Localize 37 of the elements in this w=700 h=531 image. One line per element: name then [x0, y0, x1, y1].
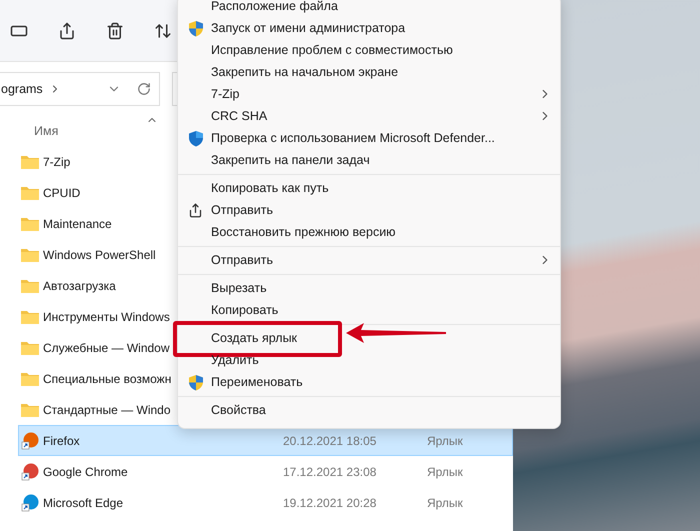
date-modified: 20.12.2021 18:05	[283, 432, 378, 450]
address-path: ograms	[1, 80, 43, 98]
date-modified: 17.12.2021 23:08	[283, 464, 378, 480]
menu-item-label: Создать ярлык	[211, 330, 298, 347]
file-name: Инструменты Windows	[43, 308, 170, 326]
menu-item-label: Копировать	[211, 302, 278, 319]
menu-item-label: 7-Zip	[211, 86, 240, 103]
file-type: Ярлык	[427, 464, 464, 480]
file-type: Ярлык	[427, 432, 464, 450]
menu-item-label: Расположение файла	[211, 0, 338, 15]
menu-item-label: Вырезать	[211, 280, 267, 297]
file-type: Ярлык	[427, 494, 464, 512]
menu-item-label: CRC SHA	[211, 108, 268, 125]
file-name: Maintenance	[43, 216, 112, 232]
menu-item-label: Проверка с использованием Microsoft Defender...	[211, 130, 495, 147]
menu-item-label: Отправить	[211, 252, 273, 269]
menu-item-label: Переименовать	[211, 374, 303, 391]
menu-item-label: Отправить	[211, 202, 273, 219]
menu-item-label: Закрепить на начальном экране	[211, 64, 398, 81]
file-name: 7-Zip	[43, 154, 70, 170]
menu-item-label: Восстановить прежнюю версию	[211, 224, 396, 241]
file-name: Firefox	[43, 432, 80, 450]
menu-item-label: Копировать как путь	[211, 180, 329, 197]
file-name: Стандартные — Windo	[43, 402, 171, 418]
file-name: Windows PowerShell	[43, 246, 156, 264]
menu-item-label: Запуск от имени администратора	[211, 20, 406, 37]
file-name: Microsoft Edge	[43, 494, 124, 512]
file-name: Автозагрузка	[43, 278, 116, 294]
file-name: Google Chrome	[43, 464, 128, 480]
file-name: CPUID	[43, 184, 80, 202]
file-name: Служебные — Window	[43, 340, 170, 356]
menu-item-label: Свойства	[211, 402, 266, 419]
menu-item-label: Исправление проблем с совместимостью	[211, 42, 453, 59]
date-modified: 19.12.2021 20:28	[283, 494, 378, 512]
menu-item-label: Удалить	[211, 352, 259, 369]
file-name: Специальные возможн	[43, 370, 172, 388]
menu-item-label: Закрепить на панели задач	[211, 152, 370, 169]
